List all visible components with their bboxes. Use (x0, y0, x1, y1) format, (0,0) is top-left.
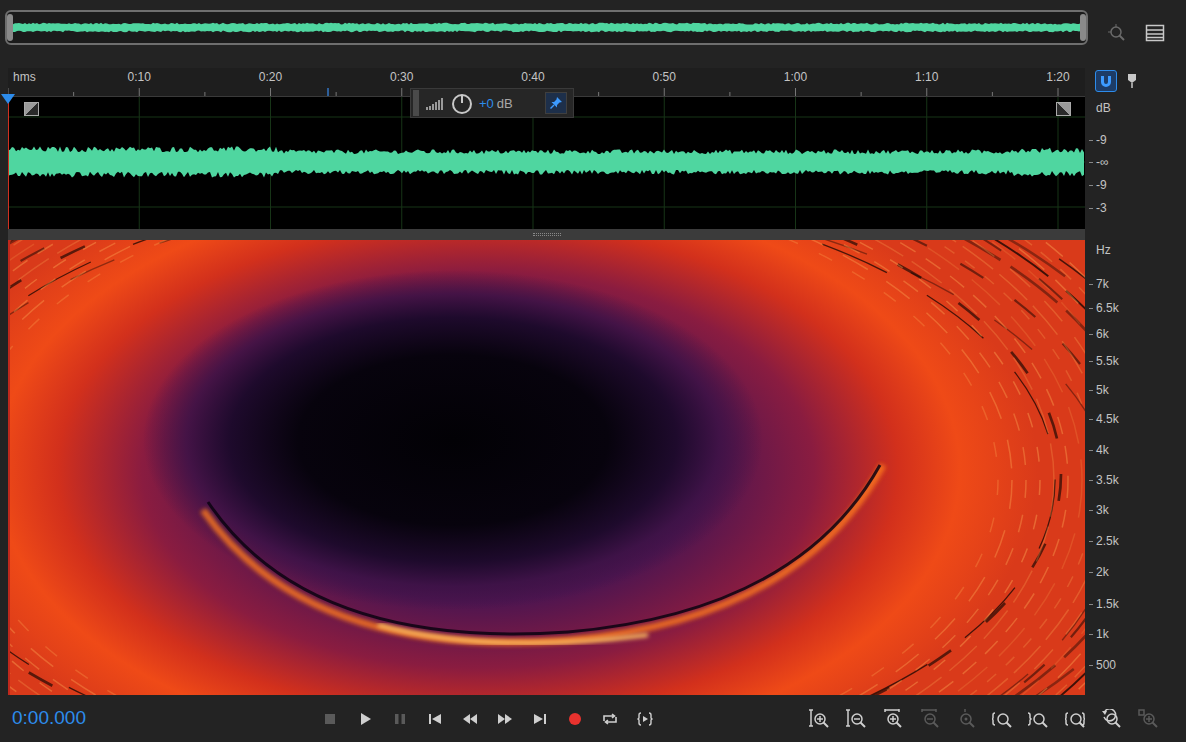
frequency-axis: Hz 7k 6.5k 6k 5.5k 5k 4.5k 4k 3.5k 3k 2.5k 2k 1.5k 1k… (1085, 240, 1186, 695)
zoom-selection-icon (1065, 709, 1085, 729)
zoom-target-icon[interactable] (1102, 18, 1132, 48)
ruler-tick: 1:00 (784, 71, 807, 84)
db-label: -9 (1089, 134, 1107, 146)
zoom-full-icon (955, 709, 975, 729)
in-point-zoom-button[interactable] (984, 704, 1021, 734)
selection-zoom-button[interactable] (1057, 704, 1094, 734)
loop-icon (602, 711, 618, 727)
ruler-tick: 0:10 (128, 71, 151, 84)
playhead-zoom-button[interactable] (1093, 704, 1130, 734)
hz-label: 500 (1089, 659, 1116, 671)
time-display: 0:00.000 (12, 704, 312, 733)
end-button[interactable] (522, 704, 557, 734)
zoom-controls (801, 704, 1166, 734)
time-in-zoom-button[interactable] (874, 704, 911, 734)
db-label: -9 (1089, 179, 1107, 191)
zoom-playhead-icon (1101, 709, 1121, 729)
playhead-marker[interactable] (1, 94, 15, 104)
hz-label: 1.5k (1089, 598, 1119, 610)
amp-out-zoom-button[interactable] (838, 704, 875, 734)
spectrogram[interactable] (8, 240, 1085, 695)
record-button[interactable] (557, 704, 592, 734)
pause-button (382, 704, 417, 734)
list-icon[interactable] (1140, 18, 1170, 48)
gain-number[interactable]: +0 (479, 96, 494, 111)
hz-label: 4.5k (1089, 413, 1119, 425)
record-icon (567, 711, 583, 727)
pin-button[interactable] (545, 92, 567, 114)
snap-toggle[interactable] (1095, 70, 1117, 92)
stop-icon (322, 711, 338, 727)
hz-label: 7k (1089, 278, 1109, 290)
db-label: -∞ (1089, 156, 1109, 168)
out-point-zoom-button[interactable] (1020, 704, 1057, 734)
hz-label: 2k (1089, 566, 1109, 578)
amp-in-zoom-button[interactable] (801, 704, 838, 734)
skip-button[interactable] (627, 704, 662, 734)
start-button[interactable] (417, 704, 452, 734)
zoom-out-point-icon (1028, 709, 1048, 729)
ruler-tick: 1:20 (1046, 71, 1069, 84)
end-icon (532, 711, 548, 727)
playhead-line (8, 240, 10, 695)
gain-hud[interactable]: +0dB (410, 88, 574, 118)
level-meter-icon (425, 91, 445, 115)
ruler-tick: 0:40 (521, 71, 544, 84)
play-icon (357, 711, 373, 727)
magnet-icon (1099, 74, 1113, 88)
panel-divider[interactable] (8, 229, 1085, 240)
ruler-tick: 0:50 (653, 71, 676, 84)
hz-label: 4k (1089, 444, 1109, 456)
db-label: -3 (1089, 202, 1107, 214)
start-icon (427, 711, 443, 727)
gain-value[interactable]: +0dB (479, 91, 513, 115)
hz-label: 1k (1089, 628, 1109, 640)
ruler-tick: 0:30 (390, 71, 413, 84)
hz-label: 6k (1089, 328, 1109, 340)
zoom-amp-in-icon (809, 709, 829, 729)
pause-icon (392, 711, 408, 727)
fade-in-handle[interactable] (24, 102, 39, 116)
hz-label: 2.5k (1089, 535, 1119, 547)
zoom-time-in-icon (882, 709, 902, 729)
overview-right-handle[interactable] (1080, 14, 1086, 41)
hz-label: 5.5k (1089, 355, 1119, 367)
forward-icon (497, 711, 513, 727)
forward-button[interactable] (487, 704, 522, 734)
hz-label: 3k (1089, 504, 1109, 516)
rewind-icon (462, 711, 478, 727)
transport-controls (312, 704, 662, 734)
db-unit: dB (1096, 102, 1111, 114)
time-out-zoom-button (911, 704, 948, 734)
zoom-in-point-icon (992, 709, 1012, 729)
pin-icon (549, 96, 563, 110)
gain-unit: dB (497, 96, 513, 111)
overview-left-handle[interactable] (7, 14, 13, 41)
hud-grip[interactable] (413, 90, 419, 116)
rewind-button[interactable] (452, 704, 487, 734)
skip-icon (637, 711, 653, 727)
zoom-spectral-icon (1138, 709, 1158, 729)
full-zoom-button (947, 704, 984, 734)
zoom-time-out-icon (919, 709, 939, 729)
stop-button (312, 704, 347, 734)
hz-label: 5k (1089, 384, 1109, 396)
fade-out-handle[interactable] (1056, 102, 1071, 116)
hz-label: 6.5k (1089, 302, 1119, 314)
ruler-tick: 1:10 (915, 71, 938, 84)
hz-unit: Hz (1096, 244, 1111, 256)
spectral-zoom-button (1130, 704, 1167, 734)
gain-knob-icon[interactable] (451, 91, 473, 115)
hz-label: 3.5k (1089, 474, 1119, 486)
marker-pin-icon[interactable] (1117, 66, 1147, 96)
waveform-panel[interactable]: +0dB (8, 97, 1085, 229)
overview-bar[interactable] (5, 10, 1088, 45)
ruler-tick: 0:20 (259, 71, 282, 84)
play-button[interactable] (347, 704, 382, 734)
db-axis: dB -9 -∞ -9 -3 (1085, 97, 1186, 229)
zoom-amp-out-icon (846, 709, 866, 729)
ruler-unit: hms (13, 71, 36, 84)
loop-button[interactable] (592, 704, 627, 734)
